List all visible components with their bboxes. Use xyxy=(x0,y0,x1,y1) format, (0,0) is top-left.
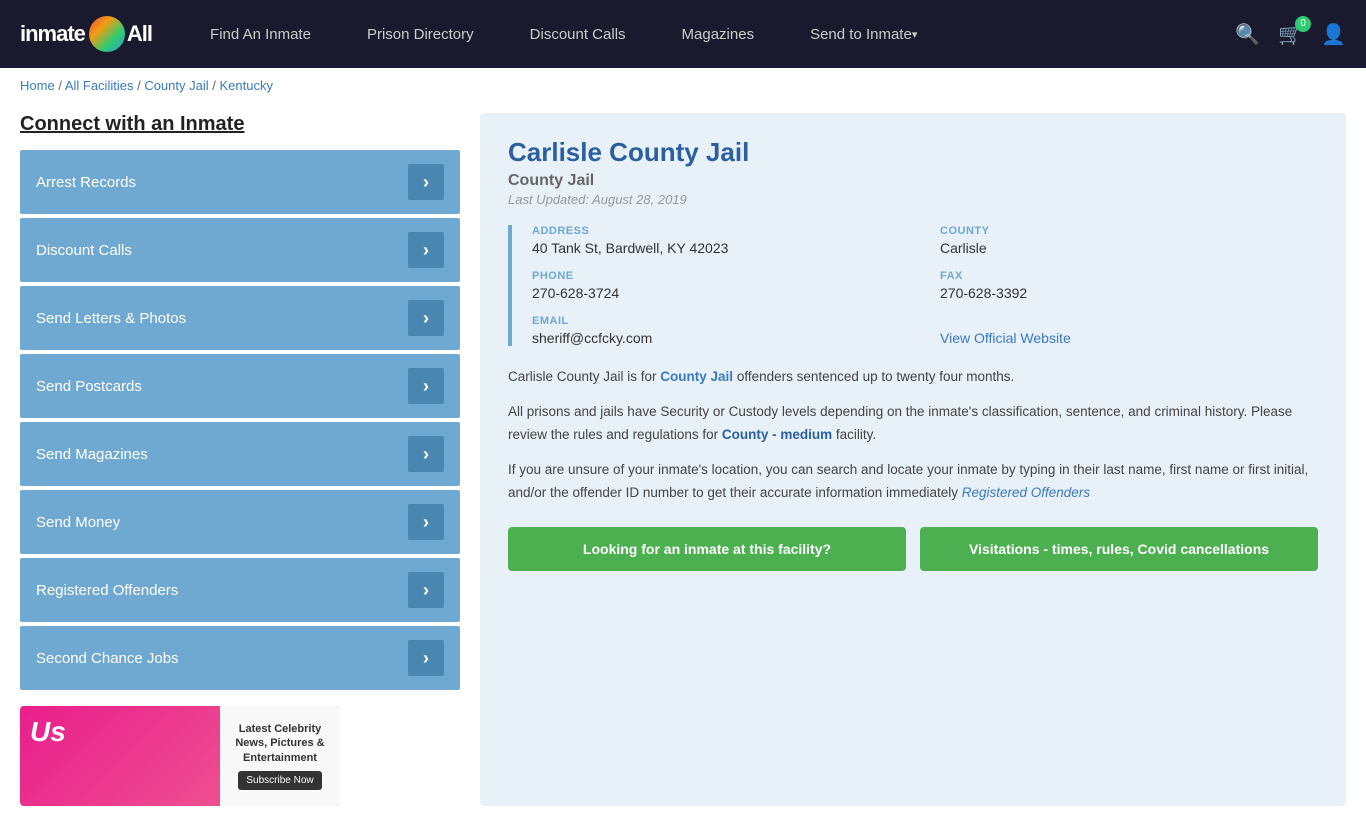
sidebar-item-send-letters-photos[interactable]: Send Letters & Photos › xyxy=(20,286,460,350)
sidebar-title: Connect with an Inmate xyxy=(20,113,460,136)
sidebar-item-label: Send Postcards xyxy=(36,378,142,395)
sidebar-item-send-money[interactable]: Send Money › xyxy=(20,490,460,554)
sidebar-item-registered-offenders[interactable]: Registered Offenders › xyxy=(20,558,460,622)
facility-description-1: Carlisle County Jail is for County Jail … xyxy=(508,366,1318,389)
sidebar-item-label: Registered Offenders xyxy=(36,582,178,599)
breadcrumb: Home / All Facilities / County Jail / Ke… xyxy=(0,68,1366,103)
phone-value: 270-628-3724 xyxy=(532,285,910,301)
logo[interactable]: inmate All xyxy=(20,16,152,52)
fax-value: 270-628-3392 xyxy=(940,285,1318,301)
navbar: inmate All Find An Inmate Prison Directo… xyxy=(0,0,1366,68)
county-label: COUNTY xyxy=(940,225,1318,237)
sidebar-arrow-icon: › xyxy=(408,504,444,540)
nav-discount-calls[interactable]: Discount Calls xyxy=(502,0,654,68)
sidebar-arrow-icon: › xyxy=(408,640,444,676)
address-label: ADDRESS xyxy=(532,225,910,237)
cart-badge: 0 xyxy=(1295,16,1311,32)
fax-label: FAX xyxy=(940,270,1318,282)
sidebar-item-label: Send Magazines xyxy=(36,446,148,463)
looking-for-inmate-button[interactable]: Looking for an inmate at this facility? xyxy=(508,527,906,571)
email-value: sheriff@ccfcky.com xyxy=(532,330,910,346)
navbar-icons: 🔍 🛒 0 👤 xyxy=(1235,22,1346,47)
detail-county: COUNTY Carlisle xyxy=(940,225,1318,256)
sidebar-menu: Arrest Records › Discount Calls › Send L… xyxy=(20,150,460,690)
ad-subscribe-button[interactable]: Subscribe Now xyxy=(238,771,321,790)
sidebar-item-label: Discount Calls xyxy=(36,242,132,259)
facility-type: County Jail xyxy=(508,172,1318,190)
action-buttons: Looking for an inmate at this facility? … xyxy=(508,527,1318,571)
sidebar-arrow-icon: › xyxy=(408,232,444,268)
county-value: Carlisle xyxy=(940,240,1318,256)
breadcrumb-all-facilities[interactable]: All Facilities xyxy=(65,78,134,93)
sidebar-item-label: Send Letters & Photos xyxy=(36,310,186,327)
ad-banner: Us Latest Celebrity News, Pictures & Ent… xyxy=(20,706,340,806)
sidebar-arrow-icon: › xyxy=(408,300,444,336)
breadcrumb-kentucky[interactable]: Kentucky xyxy=(219,78,272,93)
detail-fax: FAX 270-628-3392 xyxy=(940,270,1318,301)
sidebar-item-second-chance-jobs[interactable]: Second Chance Jobs › xyxy=(20,626,460,690)
facility-description-2: All prisons and jails have Security or C… xyxy=(508,401,1318,447)
sidebar-item-arrest-records[interactable]: Arrest Records › xyxy=(20,150,460,214)
facility-description-3: If you are unsure of your inmate's locat… xyxy=(508,459,1318,505)
main-container: Connect with an Inmate Arrest Records › … xyxy=(0,103,1366,816)
address-value: 40 Tank St, Bardwell, KY 42023 xyxy=(532,240,910,256)
nav-magazines[interactable]: Magazines xyxy=(654,0,783,68)
ad-logo: Us xyxy=(30,716,66,748)
sidebar-arrow-icon: › xyxy=(408,572,444,608)
cart-icon[interactable]: 🛒 0 xyxy=(1278,22,1303,47)
breadcrumb-county-jail[interactable]: County Jail xyxy=(144,78,208,93)
detail-email: EMAIL sheriff@ccfcky.com xyxy=(532,315,910,346)
sidebar-item-label: Send Money xyxy=(36,514,120,531)
logo-icon xyxy=(89,16,125,52)
county-medium-link[interactable]: County - medium xyxy=(722,427,832,442)
sidebar-item-discount-calls[interactable]: Discount Calls › xyxy=(20,218,460,282)
search-icon[interactable]: 🔍 xyxy=(1235,22,1260,47)
detail-website: View Official Website xyxy=(940,315,1318,346)
sidebar-item-send-magazines[interactable]: Send Magazines › xyxy=(20,422,460,486)
sidebar-item-label: Second Chance Jobs xyxy=(36,650,179,667)
county-jail-link-1[interactable]: County Jail xyxy=(660,369,733,384)
registered-offenders-link[interactable]: Registered Offenders xyxy=(962,485,1090,500)
ad-title: Latest Celebrity News, Pictures & Entert… xyxy=(228,722,332,765)
user-icon[interactable]: 👤 xyxy=(1321,22,1346,47)
detail-phone: PHONE 270-628-3724 xyxy=(532,270,910,301)
nav-menu: Find An Inmate Prison Directory Discount… xyxy=(182,0,1235,68)
ad-content: Latest Celebrity News, Pictures & Entert… xyxy=(220,706,340,806)
website-link[interactable]: View Official Website xyxy=(940,330,1071,346)
sidebar: Connect with an Inmate Arrest Records › … xyxy=(20,113,460,806)
breadcrumb-home[interactable]: Home xyxy=(20,78,55,93)
facility-content: Carlisle County Jail County Jail Last Up… xyxy=(480,113,1346,806)
nav-prison-directory[interactable]: Prison Directory xyxy=(339,0,502,68)
visitations-button[interactable]: Visitations - times, rules, Covid cancel… xyxy=(920,527,1318,571)
sidebar-item-send-postcards[interactable]: Send Postcards › xyxy=(20,354,460,418)
facility-details: ADDRESS 40 Tank St, Bardwell, KY 42023 C… xyxy=(508,225,1318,346)
nav-send-to-inmate[interactable]: Send to Inmate xyxy=(782,0,945,68)
sidebar-arrow-icon: › xyxy=(408,436,444,472)
phone-label: PHONE xyxy=(532,270,910,282)
sidebar-arrow-icon: › xyxy=(408,368,444,404)
nav-find-inmate[interactable]: Find An Inmate xyxy=(182,0,339,68)
email-label: EMAIL xyxy=(532,315,910,327)
logo-text: inmate xyxy=(20,21,85,47)
detail-address: ADDRESS 40 Tank St, Bardwell, KY 42023 xyxy=(532,225,910,256)
sidebar-item-label: Arrest Records xyxy=(36,174,136,191)
logo-suffix: All xyxy=(127,21,152,47)
facility-name: Carlisle County Jail xyxy=(508,137,1318,168)
sidebar-arrow-icon: › xyxy=(408,164,444,200)
facility-last-updated: Last Updated: August 28, 2019 xyxy=(508,192,1318,207)
